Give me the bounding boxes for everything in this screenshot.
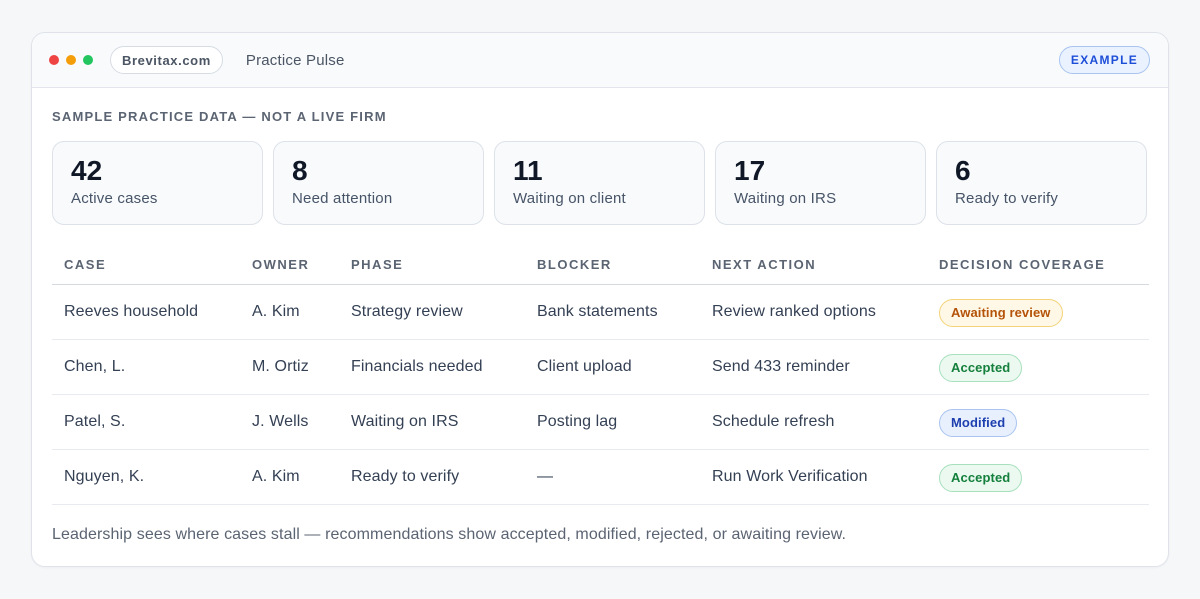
cell-coverage: Modified	[927, 394, 1149, 450]
cell-case: Chen, L.	[52, 339, 240, 395]
stat-label: Active cases	[71, 190, 158, 207]
cell-phase: Waiting on IRS	[339, 394, 525, 450]
cell-case: Patel, S.	[52, 394, 240, 450]
cell-case: Nguyen, K.	[52, 449, 240, 505]
stat-label: Waiting on client	[513, 190, 626, 207]
cases-table: CASE OWNER PHASE BLOCKER NEXT ACTION DEC…	[52, 245, 1149, 505]
stat-value: 6	[955, 155, 971, 186]
cell-owner: A. Kim	[240, 449, 339, 505]
cell-coverage: Accepted	[927, 449, 1149, 505]
column-header-case[interactable]: CASE	[52, 245, 240, 285]
cell-coverage: Awaiting review	[927, 284, 1149, 340]
cell-blocker: —	[525, 449, 700, 505]
cell-phase: Financials needed	[339, 339, 525, 395]
app-window: Brevitax.com Practice Pulse EXAMPLE SAMP…	[31, 32, 1169, 567]
table-row[interactable]: Chen, L. M. Ortiz Financials needed Clie…	[52, 339, 1149, 395]
title-bar: Brevitax.com Practice Pulse EXAMPLE	[32, 33, 1168, 88]
stat-label: Need attention	[292, 190, 393, 207]
maximize-window-button[interactable]	[83, 55, 93, 65]
cell-owner: A. Kim	[240, 284, 339, 340]
table-row[interactable]: Nguyen, K. A. Kim Ready to verify — Run …	[52, 449, 1149, 505]
cell-blocker: Client upload	[525, 339, 700, 395]
cell-phase: Ready to verify	[339, 449, 525, 505]
cell-owner: J. Wells	[240, 394, 339, 450]
window-controls	[49, 55, 93, 65]
table-row[interactable]: Patel, S. J. Wells Waiting on IRS Postin…	[52, 394, 1149, 450]
stat-card-ready-to-verify[interactable]: 6 Ready to verify	[936, 141, 1147, 225]
minimize-window-button[interactable]	[66, 55, 76, 65]
stat-value: 11	[513, 155, 543, 186]
column-header-next-action[interactable]: NEXT ACTION	[700, 245, 927, 285]
cell-blocker: Bank statements	[525, 284, 700, 340]
coverage-badge: Accepted	[939, 354, 1023, 382]
cell-next-action: Schedule refresh	[700, 394, 927, 450]
coverage-badge: Awaiting review	[939, 299, 1063, 327]
table-row[interactable]: Reeves household A. Kim Strategy review …	[52, 284, 1149, 340]
column-header-owner[interactable]: OWNER	[240, 245, 339, 285]
section-label: SAMPLE PRACTICE DATA — NOT A LIVE FIRM	[52, 109, 387, 124]
column-header-phase[interactable]: PHASE	[339, 245, 525, 285]
app-title: Practice Pulse	[245, 51, 345, 69]
cell-phase: Strategy review	[339, 284, 525, 340]
coverage-badge: Modified	[939, 409, 1018, 437]
stat-card-need-attention[interactable]: 8 Need attention	[273, 141, 484, 225]
stat-value: 8	[292, 155, 308, 186]
cell-next-action: Run Work Verification	[700, 449, 927, 505]
example-badge: EXAMPLE	[1058, 46, 1150, 74]
cell-blocker: Posting lag	[525, 394, 700, 450]
cell-next-action: Review ranked options	[700, 284, 927, 340]
cell-owner: M. Ortiz	[240, 339, 339, 395]
cell-case: Reeves household	[52, 284, 240, 340]
stats-row: 42 Active cases 8 Need attention 11 Wait…	[52, 141, 1147, 225]
stat-card-waiting-on-irs[interactable]: 17 Waiting on IRS	[715, 141, 926, 225]
cell-coverage: Accepted	[927, 339, 1149, 395]
stat-value: 42	[71, 155, 103, 186]
close-window-button[interactable]	[49, 55, 59, 65]
column-header-decision-coverage[interactable]: DECISION COVERAGE	[927, 245, 1149, 285]
table-header-row: CASE OWNER PHASE BLOCKER NEXT ACTION DEC…	[52, 245, 1149, 285]
footer-note: Leadership sees where cases stall — reco…	[52, 526, 847, 543]
site-url-pill[interactable]: Brevitax.com	[110, 46, 223, 74]
stat-value: 17	[734, 155, 766, 186]
cell-next-action: Send 433 reminder	[700, 339, 927, 395]
column-header-blocker[interactable]: BLOCKER	[525, 245, 700, 285]
coverage-badge: Accepted	[939, 464, 1023, 492]
stat-card-waiting-on-client[interactable]: 11 Waiting on client	[494, 141, 705, 225]
stat-label: Ready to verify	[955, 190, 1059, 207]
stat-card-active-cases[interactable]: 42 Active cases	[52, 141, 263, 225]
stat-label: Waiting on IRS	[734, 190, 837, 207]
